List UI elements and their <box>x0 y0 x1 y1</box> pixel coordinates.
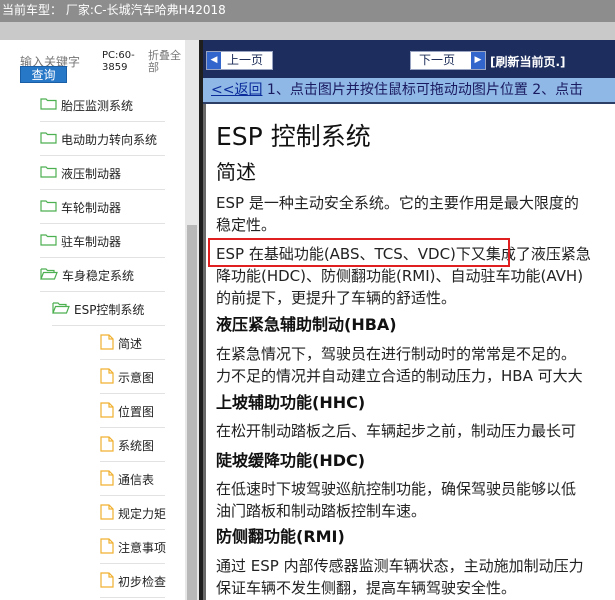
next-page-label: 下一页 <box>419 53 456 67</box>
tree-item-label: 胎压监测系统 <box>61 98 134 113</box>
tree-item-tire-pressure[interactable]: 胎压监测系统 <box>40 88 133 122</box>
document-icon <box>100 469 114 489</box>
tree-item-hydraulic-brake[interactable]: 液压制动器 <box>40 156 121 190</box>
search-button[interactable]: 查询 <box>20 66 67 83</box>
heading-hdc: 陡坡缓降功能(HDC) <box>216 451 366 470</box>
paragraph-line: 保证车辆不发生侧翻，提高车辆驾驶安全性。 <box>216 579 517 597</box>
tree-item-location[interactable]: 位置图 <box>100 394 154 428</box>
page-title: ESP 控制系统 <box>216 122 371 151</box>
paragraph-line: 降功能(HDC)、防侧翻功能(RMI)、自动驻车功能(AVH) <box>216 267 584 285</box>
paragraph-line: 力不足的情况并自动建立合适的制动压力，HBA 可大大 <box>216 367 583 385</box>
tree-item-label: 简述 <box>118 336 143 351</box>
sidebar: 查询 PC:60-3859 折叠全部 胎压监测系统 电动助力转向系统 液压制动器… <box>0 40 203 600</box>
tree-item-label: 驻车制动器 <box>61 234 122 249</box>
back-link[interactable]: <<返回 <box>211 82 262 98</box>
tree-item-label: 电动助力转向系统 <box>61 132 158 147</box>
page-toolbar: ◀ 上一页 下一页 ▶ [刷新当前页.] <box>203 40 615 78</box>
folder-icon <box>40 233 57 249</box>
tree-item-torque[interactable]: 规定力矩 <box>100 496 166 530</box>
paragraph-line: 在松开制动踏板之后、车辆起步之前，制动压力最长可 <box>216 422 577 440</box>
folder-open-icon <box>40 267 58 283</box>
sidebar-scrollbar-thumb[interactable] <box>187 225 197 600</box>
heading-hba: 液压紧急辅助制动(HBA) <box>216 315 397 334</box>
pc-label: PC:60-3859 <box>102 50 135 73</box>
tree-item-label: 通信表 <box>118 472 155 487</box>
tree-item-precautions[interactable]: 注意事项 <box>100 530 166 564</box>
tree-item-label: 车轮制动器 <box>61 200 122 215</box>
heading-rmi: 防侧翻功能(RMI) <box>216 527 345 546</box>
paragraph-line: 在低速时下坡驾驶巡航控制功能，确保驾驶员能够以低 <box>216 480 577 498</box>
tree-item-label: 初步检查 <box>118 574 167 589</box>
header-spacer <box>0 22 615 40</box>
document-icon <box>100 537 114 557</box>
tree-item-overview[interactable]: 简述 <box>100 326 142 360</box>
collapse-all-button[interactable]: 折叠全部 <box>148 50 188 74</box>
section-title: 简述 <box>216 160 256 184</box>
tree-item-schematic[interactable]: 示意图 <box>100 360 154 394</box>
paragraph-line: ESP 是一种主动安全系统。它的主要作用是最大限度的 <box>216 194 579 212</box>
paragraph-line: 稳定性。 <box>216 216 277 234</box>
tree-item-label: ESP控制系统 <box>74 302 145 317</box>
tree-item-wheel-brake[interactable]: 车轮制动器 <box>40 190 121 224</box>
next-page-button[interactable]: 下一页 ▶ <box>410 51 486 70</box>
tree-item-esp-control[interactable]: ESP控制系统 <box>52 292 144 326</box>
tree-item-communication[interactable]: 通信表 <box>100 462 154 496</box>
tree-item-label: 注意事项 <box>118 540 167 555</box>
paragraph-line: 的前提下，更提升了车辆的舒适性。 <box>216 289 457 307</box>
refresh-page-button[interactable]: [刷新当前页.] <box>490 53 566 71</box>
prev-page-label: 上一页 <box>227 53 264 67</box>
folder-icon <box>40 97 57 113</box>
tree-item-label: 车身稳定系统 <box>62 268 135 283</box>
folder-icon <box>40 165 57 181</box>
document-icon <box>100 401 114 421</box>
tree-item-label: 液压制动器 <box>61 166 122 181</box>
arrow-left-icon: ◀ <box>207 52 221 69</box>
instruction-bar: <<返回 1、点击图片并按住鼠标可拖动动图片位置 2、点击 <box>203 78 615 104</box>
folder-icon <box>40 131 57 147</box>
tree-item-label: 规定力矩 <box>118 506 167 521</box>
vehicle-header: 当前车型： 厂家:C-长城汽车哈弗H42018 <box>0 0 615 22</box>
folder-icon <box>40 199 57 215</box>
document-content: ESP 控制系统 简述 ESP 是一种主动安全系统。它的主要作用是最大限度的 稳… <box>203 104 615 600</box>
vehicle-title: 当前车型： 厂家:C-长城汽车哈弗H42018 <box>2 3 226 17</box>
arrow-right-icon: ▶ <box>471 52 485 69</box>
document-icon <box>100 503 114 523</box>
paragraph-line: 在紧急情况下，驾驶员在进行制动时的常常是不足的。 <box>216 345 577 363</box>
tree-item-stability-system[interactable]: 车身稳定系统 <box>40 258 134 292</box>
highlight-box <box>208 238 510 267</box>
tree-item-parking-brake[interactable]: 驻车制动器 <box>40 224 121 258</box>
paragraph-line: 油门踏板和制动踏板控制车速。 <box>216 502 427 520</box>
tree-item-system-diagram[interactable]: 系统图 <box>100 428 154 462</box>
folder-open-icon <box>52 301 70 317</box>
heading-hhc: 上坡辅助功能(HHC) <box>216 393 366 412</box>
instruction-text: 1、点击图片并按住鼠标可拖动动图片位置 2、点击 <box>266 82 584 98</box>
document-icon <box>100 367 114 387</box>
document-icon <box>100 333 114 353</box>
tree-item-label: 系统图 <box>118 438 155 453</box>
document-icon <box>100 571 114 591</box>
tree-item-initial-check[interactable]: 初步检查 <box>100 564 166 598</box>
document-icon <box>100 435 114 455</box>
tree-item-label: 示意图 <box>118 370 155 385</box>
tree-item-label: 位置图 <box>118 404 155 419</box>
tree-item-power-steering[interactable]: 电动助力转向系统 <box>40 122 157 156</box>
tree-separator <box>100 597 165 598</box>
prev-page-button[interactable]: ◀ 上一页 <box>206 51 273 70</box>
paragraph-line: 通过 ESP 内部传感器监测车辆状态，主动施加制动压力 <box>216 557 584 575</box>
